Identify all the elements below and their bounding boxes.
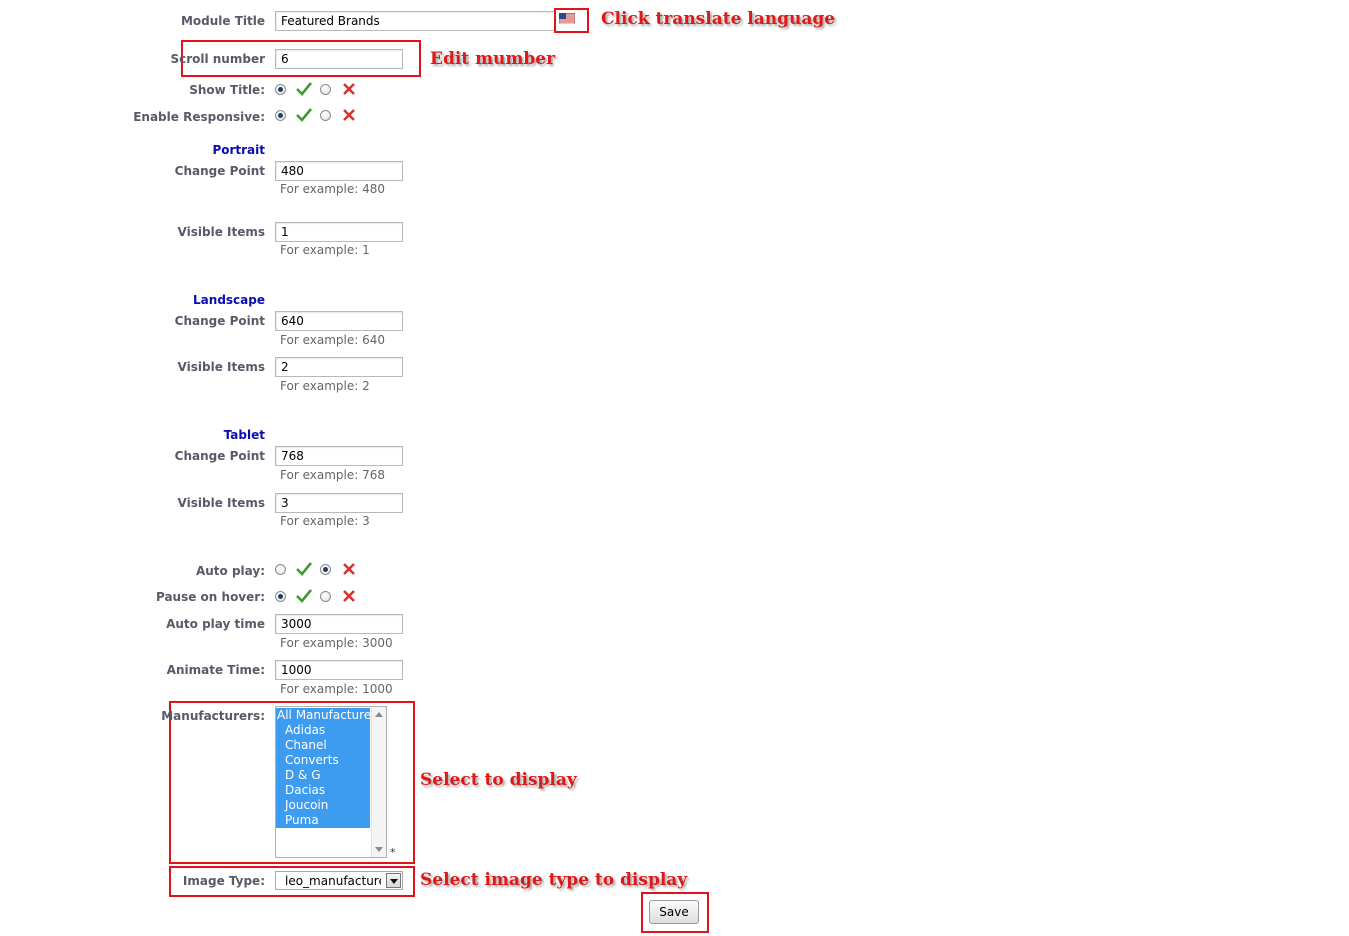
portrait-visible-items-input[interactable]: 1 — [275, 222, 403, 242]
list-item[interactable]: Converts — [276, 753, 370, 768]
save-button[interactable]: Save — [649, 900, 699, 924]
list-item[interactable]: Adidas — [276, 723, 370, 738]
enable-responsive-label: Enable Responsive: — [133, 110, 265, 124]
check-icon — [296, 562, 312, 576]
module-title-label: Module Title — [180, 14, 265, 28]
list-item[interactable]: Chanel — [276, 738, 370, 753]
chevron-down-icon[interactable] — [386, 873, 401, 888]
list-item[interactable]: All Manufacturers — [276, 708, 370, 723]
list-item[interactable]: D & G — [276, 768, 370, 783]
pause-on-hover-label: Pause on hover: — [155, 590, 265, 604]
landscape-visible-items-input[interactable]: 2 — [275, 357, 403, 377]
portrait-change-point-hint: For example: 480 — [280, 182, 385, 196]
check-icon — [296, 82, 312, 96]
animate-time-hint: For example: 1000 — [280, 682, 393, 696]
manufacturers-scrollbar[interactable] — [371, 707, 386, 857]
image-type-value: leo_manufacture — [285, 874, 381, 888]
landscape-change-point-label: Change Point — [174, 314, 265, 328]
image-type-label: Image Type: — [182, 874, 265, 888]
image-type-select[interactable]: leo_manufacture — [275, 871, 403, 890]
tablet-heading: Tablet — [223, 428, 265, 442]
cross-icon — [343, 563, 355, 575]
edit-number-annotation: Edit mumber — [430, 49, 556, 69]
scroll-up-icon[interactable] — [375, 711, 383, 717]
list-item[interactable]: Dacias — [276, 783, 370, 798]
scroll-down-icon[interactable] — [375, 847, 383, 853]
portrait-visible-items-label: Visible Items — [177, 225, 265, 239]
tablet-change-point-label: Change Point — [174, 449, 265, 463]
tablet-change-point-hint: For example: 768 — [280, 468, 385, 482]
cross-icon — [343, 590, 355, 602]
check-icon — [296, 108, 312, 122]
select-image-type-annotation: Select image type to display — [420, 870, 688, 890]
landscape-heading: Landscape — [193, 293, 265, 307]
scroll-number-input[interactable]: 6 — [275, 49, 403, 69]
animate-time-input[interactable]: 1000 — [275, 660, 403, 680]
manufacturers-label: Manufacturers: — [161, 709, 265, 723]
portrait-heading: Portrait — [212, 143, 265, 157]
translate-annotation: Click translate language — [601, 9, 836, 29]
animate-time-label: Animate Time: — [166, 663, 265, 677]
auto-play-time-input[interactable]: 3000 — [275, 614, 403, 634]
show-title-yes-radio[interactable] — [275, 84, 286, 95]
enable-responsive-no-radio[interactable] — [320, 110, 331, 121]
enable-responsive-yes-radio[interactable] — [275, 110, 286, 121]
pause-on-hover-no-radio[interactable] — [320, 591, 331, 602]
auto-play-label: Auto play: — [195, 564, 265, 578]
portrait-change-point-label: Change Point — [174, 164, 265, 178]
show-title-no-radio[interactable] — [320, 84, 331, 95]
select-display-annotation: Select to display — [420, 770, 577, 790]
auto-play-no-radio[interactable] — [320, 564, 331, 575]
auto-play-time-label: Auto play time — [166, 617, 265, 631]
landscape-visible-items-hint: For example: 2 — [280, 379, 370, 393]
tablet-visible-items-label: Visible Items — [177, 496, 265, 510]
cross-icon — [343, 109, 355, 121]
scroll-number-label: Scroll number — [170, 52, 265, 66]
translate-highlight — [554, 8, 589, 33]
show-title-label: Show Title: — [189, 83, 265, 97]
pause-on-hover-yes-radio[interactable] — [275, 591, 286, 602]
tablet-visible-items-input[interactable]: 3 — [275, 493, 403, 513]
portrait-change-point-input[interactable]: 480 — [275, 161, 403, 181]
tablet-change-point-input[interactable]: 768 — [275, 446, 403, 466]
auto-play-yes-radio[interactable] — [275, 564, 286, 575]
list-item[interactable]: Puma — [276, 813, 370, 828]
required-mark: * — [390, 846, 396, 859]
cross-icon — [343, 83, 355, 95]
auto-play-time-hint: For example: 3000 — [280, 636, 393, 650]
tablet-visible-items-hint: For example: 3 — [280, 514, 370, 528]
manufacturers-listbox[interactable]: All Manufacturers Adidas Chanel Converts… — [275, 706, 387, 858]
module-title-input[interactable]: Featured Brands — [275, 11, 555, 31]
check-icon — [296, 589, 312, 603]
list-item[interactable]: Joucoin — [276, 798, 370, 813]
landscape-change-point-hint: For example: 640 — [280, 333, 385, 347]
landscape-visible-items-label: Visible Items — [177, 360, 265, 374]
landscape-change-point-input[interactable]: 640 — [275, 311, 403, 331]
portrait-visible-items-hint: For example: 1 — [280, 243, 370, 257]
